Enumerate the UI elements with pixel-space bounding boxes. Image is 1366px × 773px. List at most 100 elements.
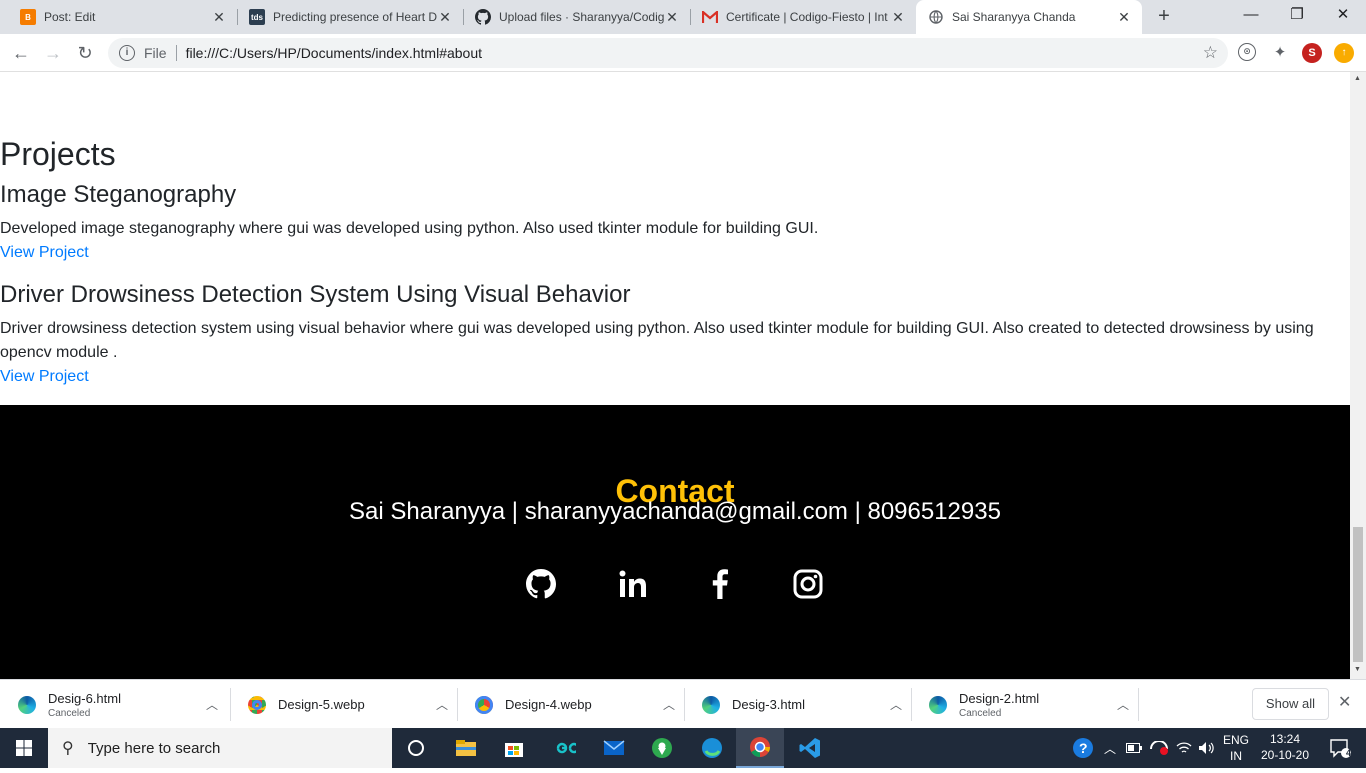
gmail-icon bbox=[702, 9, 718, 25]
help-icon[interactable]: ? bbox=[1070, 728, 1096, 768]
download-item[interactable]: Desig-6.html Canceled ︿ bbox=[0, 680, 227, 729]
view-project-link[interactable]: View Project bbox=[0, 368, 89, 386]
clock-time: 13:24 bbox=[1269, 732, 1301, 746]
store-icon[interactable] bbox=[490, 728, 538, 768]
github-icon bbox=[475, 9, 491, 25]
tab-heart-disease[interactable]: tds Predicting presence of Heart D ✕ bbox=[237, 0, 463, 34]
tab-upload-files[interactable]: Upload files · Sharanyya/Codig ✕ bbox=[463, 0, 690, 34]
facebook-icon[interactable] bbox=[708, 569, 732, 599]
chrome-icon[interactable] bbox=[736, 728, 784, 768]
restore-button[interactable]: ❐ bbox=[1274, 0, 1320, 34]
clock-date: 20-10-20 bbox=[1260, 748, 1310, 762]
mail-icon[interactable] bbox=[590, 728, 638, 768]
download-item[interactable]: Design-4.webp ︿ bbox=[457, 680, 684, 729]
wifi-icon[interactable] bbox=[1174, 728, 1194, 768]
close-window-button[interactable]: ✕ bbox=[1320, 0, 1366, 34]
info-icon[interactable]: i bbox=[119, 45, 135, 61]
footer: Contact Sai Sharanyya | sharanyyachanda@… bbox=[0, 405, 1350, 679]
github-icon[interactable] bbox=[526, 569, 557, 599]
linkedin-icon[interactable] bbox=[618, 569, 648, 599]
scrollbar-thumb[interactable] bbox=[1353, 527, 1363, 662]
projects-heading: Projects bbox=[0, 136, 116, 172]
tab-certificate[interactable]: Certificate | Codigo-Fiesto | Int ✕ bbox=[690, 0, 916, 34]
page-viewport: Projects Image Steganography Developed i… bbox=[0, 72, 1350, 679]
project-description: Driver drowsiness detection system using… bbox=[0, 320, 1314, 361]
reload-icon[interactable]: ↻ bbox=[72, 40, 98, 66]
back-icon[interactable]: ← bbox=[8, 40, 34, 66]
view-project-link[interactable]: View Project bbox=[0, 244, 89, 262]
project-description: Developed image steganography where gui … bbox=[0, 220, 819, 237]
search-placeholder: Type here to search bbox=[87, 739, 221, 757]
download-item[interactable]: Design-5.webp ︿ bbox=[230, 680, 457, 729]
extension-icon[interactable]: ⊙ bbox=[1238, 43, 1256, 61]
download-item[interactable]: Desig-3.html ︿ bbox=[684, 680, 911, 729]
language-region: IN bbox=[1230, 749, 1242, 763]
tab-sai-sharanyya[interactable]: Sai Sharanyya Chanda ✕ bbox=[916, 0, 1142, 34]
download-shelf: Desig-6.html Canceled ︿ Design-5.webp ︿ D… bbox=[0, 679, 1366, 728]
tab-strip: B Post: Edit ✕ tds Predicting presence o… bbox=[0, 0, 1366, 34]
vscode-icon[interactable] bbox=[786, 728, 834, 768]
url-text[interactable]: file:///C:/Users/HP/Documents/index.html… bbox=[186, 45, 482, 61]
close-icon[interactable]: ✕ bbox=[1338, 692, 1351, 712]
chevron-up-icon[interactable]: ︿ bbox=[1108, 696, 1138, 713]
tab-title: Sai Sharanyya Chanda bbox=[952, 10, 1076, 24]
download-item[interactable]: Design-2.html Canceled ︿ bbox=[911, 680, 1138, 729]
language-indicator[interactable]: ENG IN bbox=[1220, 728, 1252, 768]
download-name: Design-5.webp bbox=[278, 697, 365, 712]
notification-icon[interactable]: 4 bbox=[1320, 728, 1360, 768]
antivirus-icon[interactable] bbox=[1148, 728, 1170, 768]
scheme-label: File bbox=[144, 45, 167, 61]
close-icon[interactable]: ✕ bbox=[211, 9, 227, 26]
edge-icon bbox=[929, 695, 947, 714]
chevron-up-icon[interactable]: ︿ bbox=[654, 696, 684, 713]
page-scrollbar[interactable]: ▲ ▼ bbox=[1350, 72, 1366, 679]
volume-icon[interactable] bbox=[1196, 728, 1218, 768]
edge-icon bbox=[18, 695, 36, 714]
browser-toolbar: ← → ↻ i File file:///C:/Users/HP/Documen… bbox=[0, 34, 1366, 72]
close-icon[interactable]: ✕ bbox=[437, 9, 453, 26]
download-name: Design-2.html bbox=[959, 690, 1040, 706]
instagram-icon[interactable] bbox=[793, 569, 823, 599]
chevron-up-icon[interactable]: ︿ bbox=[427, 696, 457, 713]
task-view-icon[interactable] bbox=[392, 728, 440, 768]
arduino-icon[interactable] bbox=[540, 728, 588, 768]
download-name: Design-4.webp bbox=[505, 697, 592, 712]
show-all-button[interactable]: Show all bbox=[1252, 688, 1329, 720]
edge-icon[interactable] bbox=[688, 728, 736, 768]
update-icon[interactable]: ↑ bbox=[1334, 43, 1354, 63]
clock[interactable]: 13:24 20-10-20 bbox=[1254, 731, 1316, 763]
close-icon[interactable]: ✕ bbox=[890, 9, 906, 26]
chrome-icon bbox=[248, 695, 266, 714]
puzzle-icon[interactable]: ✦ bbox=[1270, 43, 1290, 63]
chevron-up-icon[interactable]: ︿ bbox=[881, 696, 911, 713]
battery-icon[interactable] bbox=[1124, 728, 1144, 768]
maps-icon[interactable] bbox=[638, 728, 686, 768]
file-explorer-icon[interactable] bbox=[442, 728, 490, 768]
project-title: Image Steganography bbox=[0, 181, 237, 208]
tab-title: Upload files · Sharanyya/Codig bbox=[499, 10, 664, 24]
scroll-up-icon[interactable]: ▲ bbox=[1354, 75, 1361, 82]
scroll-down-icon[interactable]: ▼ bbox=[1354, 666, 1361, 673]
notification-count: 4 bbox=[1346, 748, 1352, 758]
contact-info: Sai Sharanyya | sharanyyachanda@gmail.co… bbox=[349, 498, 1001, 525]
bookmark-star-icon[interactable]: ☆ bbox=[1203, 43, 1218, 63]
avatar[interactable]: S bbox=[1302, 43, 1322, 63]
search-icon: ⚲ bbox=[62, 740, 74, 757]
download-divider bbox=[1138, 688, 1139, 721]
new-tab-button[interactable]: + bbox=[1152, 5, 1176, 29]
taskbar-search-input[interactable]: ⚲ Type here to search bbox=[48, 728, 392, 768]
chevron-up-icon[interactable]: ︿ bbox=[197, 696, 227, 713]
tds-icon: tds bbox=[249, 9, 265, 25]
tab-post-edit[interactable]: B Post: Edit ✕ bbox=[0, 0, 237, 34]
close-icon[interactable]: ✕ bbox=[1116, 9, 1132, 26]
close-icon[interactable]: ✕ bbox=[664, 9, 680, 26]
blogger-icon: B bbox=[20, 9, 36, 25]
chevron-up-icon[interactable]: ︿ bbox=[1100, 728, 1120, 768]
tab-title: Predicting presence of Heart D bbox=[273, 10, 437, 24]
globe-icon bbox=[928, 9, 944, 25]
address-bar[interactable]: i File file:///C:/Users/HP/Documents/ind… bbox=[108, 38, 1228, 68]
forward-icon[interactable]: → bbox=[40, 40, 66, 66]
chrome-icon bbox=[475, 695, 493, 714]
windows-start-icon[interactable] bbox=[0, 728, 48, 768]
minimize-button[interactable]: — bbox=[1228, 0, 1274, 34]
